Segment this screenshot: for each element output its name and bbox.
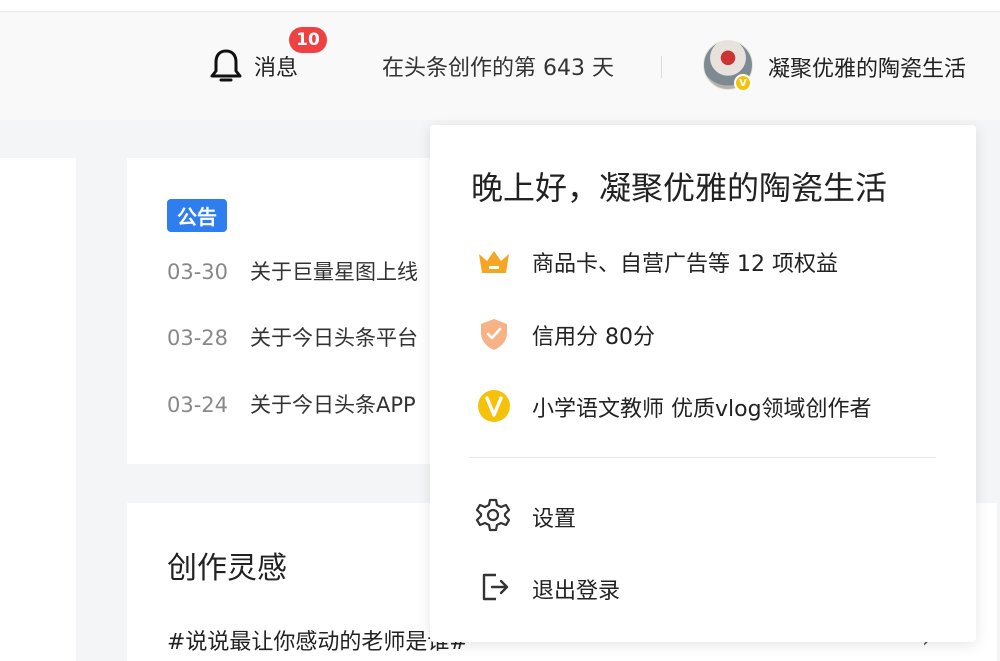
inspiration-title: 创作灵感	[167, 551, 287, 586]
bell-icon[interactable]	[208, 47, 244, 85]
username-link[interactable]: 凝聚优雅的陶瓷生活	[768, 51, 966, 83]
inspiration-topic[interactable]: #说说最让你感动的老师是谁#	[167, 624, 468, 656]
verified-v-icon	[478, 390, 510, 422]
notice-tag: 公告	[167, 199, 227, 232]
greeting-title: 晚上好，凝聚优雅的陶瓷生活	[471, 169, 888, 207]
avatar-verified-icon: V	[734, 74, 752, 92]
crown-icon	[479, 251, 509, 273]
notice-item[interactable]: 03-30 关于巨量星图上线	[167, 256, 418, 286]
messages-badge: 10	[289, 27, 327, 53]
messages-link[interactable]: 消息	[254, 50, 298, 82]
header-divider	[661, 56, 662, 78]
notice-item[interactable]: 03-24 关于今日头条APP	[167, 389, 416, 419]
notice-title: 关于今日头条APP	[250, 393, 416, 417]
top-strip	[0, 0, 1000, 12]
left-panel	[0, 158, 76, 661]
settings-button[interactable]: 设置	[532, 501, 576, 533]
logout-icon	[482, 573, 509, 601]
logout-button[interactable]: 退出登录	[532, 573, 620, 605]
notice-title: 关于今日头条平台	[250, 326, 418, 350]
credit-score-item[interactable]: 信用分 80分	[532, 319, 655, 351]
benefits-item[interactable]: 商品卡、自营广告等 12 项权益	[532, 246, 838, 278]
shield-check-icon	[481, 319, 507, 350]
creation-days-text: 在头条创作的第 643 天	[382, 56, 614, 81]
notice-date: 03-24	[167, 393, 229, 417]
notice-title: 关于巨量星图上线	[250, 260, 418, 284]
verification-item[interactable]: 小学语文教师 优质vlog领域创作者	[532, 391, 872, 423]
notice-date: 03-28	[167, 326, 229, 350]
notice-item[interactable]: 03-28 关于今日头条平台	[167, 322, 418, 352]
menu-divider	[470, 457, 936, 458]
gear-icon	[475, 498, 511, 532]
notice-date: 03-30	[167, 260, 229, 284]
